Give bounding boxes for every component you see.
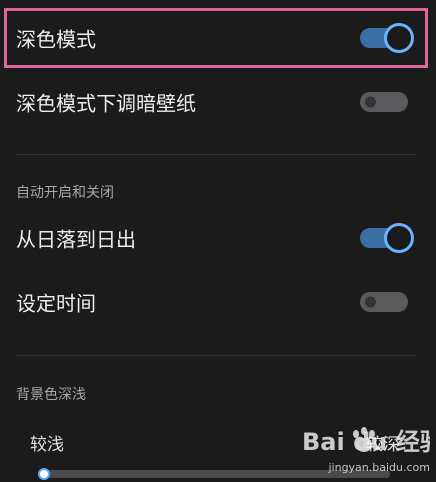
depth-section-header: 背景色深浅 bbox=[16, 387, 86, 403]
baidu-jingyan-watermark: Bai du 经验 jingyan.baidu.com bbox=[300, 422, 430, 474]
set-time-row[interactable]: 设定时间 bbox=[0, 270, 436, 334]
auto-section-header: 自动开启和关闭 bbox=[16, 185, 114, 201]
sunset-sunrise-toggle[interactable] bbox=[360, 223, 414, 253]
slider-min-label: 较浅 bbox=[30, 435, 64, 455]
set-time-label: 设定时间 bbox=[16, 291, 96, 316]
toggle-knob bbox=[365, 296, 376, 308]
divider bbox=[16, 154, 416, 155]
slider-thumb[interactable] bbox=[38, 468, 50, 480]
toggle-knob bbox=[384, 223, 414, 253]
dim-wallpaper-label: 深色模式下调暗壁纸 bbox=[16, 91, 196, 116]
dim-wallpaper-row[interactable]: 深色模式下调暗壁纸 bbox=[0, 70, 436, 134]
divider bbox=[16, 355, 416, 356]
dark-mode-toggle[interactable] bbox=[360, 23, 414, 53]
baidu-logo-icon: Bai du 经验 bbox=[302, 427, 430, 456]
sunset-sunrise-row[interactable]: 从日落到日出 bbox=[0, 206, 436, 270]
toggle-knob bbox=[365, 96, 376, 108]
dark-mode-label: 深色模式 bbox=[16, 27, 96, 52]
set-time-toggle[interactable] bbox=[360, 292, 408, 312]
toggle-knob bbox=[384, 23, 414, 53]
dark-mode-row[interactable]: 深色模式 bbox=[0, 6, 436, 70]
sunset-sunrise-label: 从日落到日出 bbox=[16, 227, 136, 252]
watermark-url: jingyan.baidu.com bbox=[328, 461, 430, 474]
dim-wallpaper-toggle[interactable] bbox=[360, 92, 408, 112]
